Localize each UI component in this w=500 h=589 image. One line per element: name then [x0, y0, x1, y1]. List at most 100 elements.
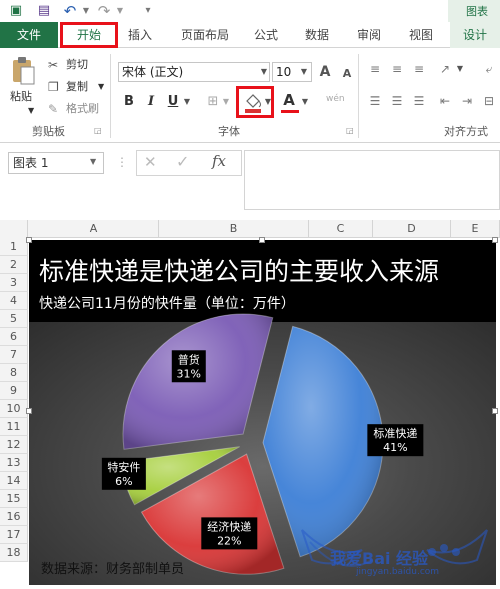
bold-button[interactable]: B	[120, 92, 138, 112]
format-painter-button[interactable]: 格式刷	[66, 100, 99, 118]
data-label-category[interactable]: 特安件	[107, 460, 140, 474]
watermark-url: jingyan.baidu.com	[356, 567, 440, 577]
tab-review[interactable]: 审阅	[350, 22, 388, 48]
shrink-font-icon[interactable]: A	[338, 64, 356, 84]
align-middle-icon[interactable]: ≡	[388, 60, 406, 78]
decrease-indent-icon[interactable]: ⇤	[436, 92, 454, 110]
resize-handle[interactable]	[259, 237, 265, 243]
resize-handle[interactable]	[26, 408, 32, 414]
format-painter-icon: ✎	[48, 102, 59, 116]
resize-handle[interactable]	[26, 237, 32, 243]
column-header-d[interactable]: D	[373, 220, 451, 238]
font-color-dropdown-icon[interactable]: ▼	[299, 93, 311, 111]
font-color-button[interactable]: A	[280, 90, 298, 110]
align-bottom-icon[interactable]: ≡	[410, 60, 428, 78]
data-label-percent[interactable]: 41%	[383, 441, 407, 454]
row-header[interactable]: 17	[0, 526, 28, 544]
row-header[interactable]: 7	[0, 346, 28, 364]
copy-button[interactable]: 复制	[66, 78, 88, 96]
undo-dropdown-icon[interactable]: ▼	[78, 3, 94, 19]
phonetic-guide-icon[interactable]: wén	[326, 94, 345, 104]
tab-insert[interactable]: 插入	[120, 22, 160, 48]
underline-dropdown-icon[interactable]: ▼	[181, 93, 193, 111]
align-center-icon[interactable]: ☰	[388, 92, 406, 110]
row-header[interactable]: 8	[0, 364, 28, 382]
row-header[interactable]: 13	[0, 454, 28, 472]
column-header-c[interactable]: C	[309, 220, 373, 238]
font-launcher-icon[interactable]: ◲	[346, 126, 354, 135]
underline-button[interactable]: U	[164, 92, 182, 112]
font-group-label: 字体	[218, 125, 240, 138]
border-dropdown-icon[interactable]: ▼	[220, 93, 232, 111]
font-name-dropdown-icon[interactable]: ▼	[258, 63, 270, 81]
column-header-e[interactable]: E	[451, 220, 500, 238]
undo-icon[interactable]: ↶	[62, 3, 78, 19]
fill-color-dropdown-icon[interactable]: ▼	[262, 93, 274, 111]
data-label-percent[interactable]: 22%	[217, 534, 241, 547]
grow-font-icon[interactable]: A	[316, 62, 334, 82]
column-header-a[interactable]: A	[29, 220, 159, 238]
font-color-swatch	[281, 110, 299, 113]
align-left-icon[interactable]: ☰	[366, 92, 384, 110]
data-label-category[interactable]: 标准快递	[373, 426, 417, 440]
row-header[interactable]: 5	[0, 310, 28, 328]
row-header[interactable]: 1	[0, 238, 28, 256]
row-header[interactable]: 2	[0, 256, 28, 274]
paste-dropdown-icon[interactable]: ▼	[28, 102, 34, 120]
excel-logo-icon: ▣	[9, 3, 23, 18]
tab-data[interactable]: 数据	[298, 22, 336, 48]
insert-function-icon[interactable]: fx	[212, 152, 226, 170]
row-header[interactable]: 14	[0, 472, 28, 490]
font-size-dropdown-icon[interactable]: ▼	[298, 63, 310, 81]
orientation-dropdown-icon[interactable]: ▼	[454, 60, 466, 78]
increase-indent-icon[interactable]: ⇥	[458, 92, 476, 110]
cancel-entry-icon[interactable]: ✕	[144, 153, 157, 171]
row-header[interactable]: 12	[0, 436, 28, 454]
align-right-icon[interactable]: ☰	[410, 92, 428, 110]
tab-home[interactable]: 开始	[60, 22, 118, 48]
tab-view[interactable]: 视图	[402, 22, 440, 48]
data-label-category[interactable]: 经济快递	[207, 519, 251, 533]
copy-dropdown-icon[interactable]: ▼	[98, 78, 104, 96]
resize-handle[interactable]	[492, 237, 498, 243]
enter-entry-icon[interactable]: ✓	[176, 152, 189, 171]
data-label-category[interactable]: 普货	[178, 352, 200, 366]
merge-center-icon[interactable]: ⊟	[480, 92, 498, 110]
customize-qat-icon[interactable]: ▾	[140, 3, 156, 19]
tab-file[interactable]: 文件	[0, 22, 58, 48]
tab-design[interactable]: 设计	[450, 22, 500, 48]
font-name-combo[interactable]: 宋体 (正文)	[118, 62, 270, 82]
row-header[interactable]: 6	[0, 328, 28, 346]
row-header[interactable]: 18	[0, 544, 28, 562]
clipboard-group-label: 剪贴板	[32, 125, 65, 138]
tab-page-layout[interactable]: 页面布局	[172, 22, 238, 48]
row-header[interactable]: 4	[0, 292, 28, 310]
italic-button[interactable]: I	[142, 92, 160, 112]
clipboard-launcher-icon[interactable]: ◲	[94, 126, 102, 135]
redo-icon[interactable]: ↷	[96, 3, 112, 19]
data-label-percent[interactable]: 31%	[177, 367, 201, 380]
formula-input[interactable]	[244, 150, 500, 210]
column-header-b[interactable]: B	[159, 220, 309, 238]
row-header[interactable]: 9	[0, 382, 28, 400]
save-icon[interactable]: ▤	[36, 3, 52, 19]
data-label-percent[interactable]: 6%	[115, 475, 132, 488]
cut-button[interactable]: 剪切	[66, 56, 88, 74]
orientation-icon[interactable]: ↗	[436, 60, 454, 78]
tab-formulas[interactable]: 公式	[248, 22, 284, 48]
wrap-text-icon[interactable]: ⤶	[480, 60, 498, 78]
resize-handle[interactable]	[492, 408, 498, 414]
row-header[interactable]: 16	[0, 508, 28, 526]
watermark-text: 我爱Bai 经验	[330, 549, 429, 568]
row-header[interactable]: 15	[0, 490, 28, 508]
separator	[358, 54, 359, 138]
select-all-corner[interactable]	[0, 220, 28, 238]
name-box-dropdown-icon[interactable]: ▼	[90, 157, 96, 166]
redo-dropdown-icon[interactable]: ▼	[112, 3, 128, 19]
row-header[interactable]: 3	[0, 274, 28, 292]
row-header[interactable]: 10	[0, 400, 28, 418]
align-top-icon[interactable]: ≡	[366, 60, 384, 78]
paste-icon[interactable]	[10, 56, 36, 86]
row-header[interactable]: 11	[0, 418, 28, 436]
chart-source-note[interactable]: 数据来源：财务部制单员	[41, 558, 184, 577]
